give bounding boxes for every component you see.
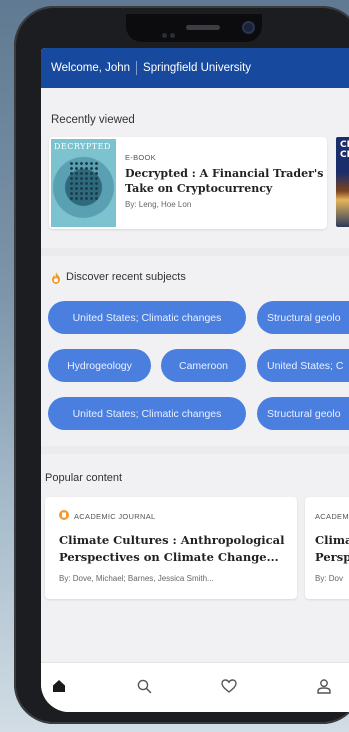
cover2-title-line1: CLI [340,140,349,150]
recent-item-card[interactable]: DECRYPTED E-BOOK Decrypted : A Financial… [49,137,327,229]
item-type: E-BOOK [125,153,156,162]
item-title-line1[interactable]: Climate Cultures : Anthropological [59,532,284,549]
front-camera [244,23,253,32]
subject-pill[interactable]: United States; C [257,349,349,382]
item-title-line2[interactable]: Persp [315,549,349,566]
popular-item-card[interactable]: ACADEMIC JOURNAL Climate Cultures : Anth… [45,497,297,599]
cover-title: DECRYPTED [54,142,111,151]
institution-name: Springfield University [143,62,252,74]
item-title-line2[interactable]: Take on Cryptocurrency [125,181,272,196]
speaker [186,25,220,30]
subject-pill[interactable]: United States; Climatic changes [48,397,246,430]
cover-art [69,161,99,201]
subject-pill[interactable]: Structural geolo [257,301,349,334]
item-title-line1[interactable]: Clima [315,532,349,549]
subject-pill[interactable]: Structural geolo [257,397,349,430]
item-byline: By: Leng, Hoe Lon [125,200,192,209]
bottom-nav [41,662,349,712]
home-icon[interactable] [52,679,66,693]
item-title-line2[interactable]: Perspectives on Climate Change... [59,549,279,566]
section-divider [41,446,349,454]
item-type: ACADEM [315,512,349,521]
flame-icon [52,272,60,284]
search-icon[interactable] [137,679,152,694]
journal-icon [59,510,69,520]
book-cover: DECRYPTED [51,139,116,227]
section-divider [41,248,349,256]
app-header: Welcome, John Springfield University [41,48,349,88]
item-type: ACADEMIC JOURNAL [74,512,156,521]
heart-icon[interactable] [221,679,237,693]
recent-item-cover-2[interactable]: CLI CHA [336,137,349,227]
popular-content-title: Popular content [45,472,123,484]
discover-subjects-title: Discover recent subjects [66,271,186,283]
item-byline: By: Dov [315,574,344,583]
item-byline: By: Dove, Michael; Barnes, Jessica Smith… [59,574,214,583]
subject-pill[interactable]: Cameroon [161,349,246,382]
app-screen: Welcome, John Springfield University Rec… [41,48,349,712]
user-icon[interactable] [317,679,331,694]
subject-pill[interactable]: United States; Climatic changes [48,301,246,334]
phone-frame: Welcome, John Springfield University Rec… [14,6,349,724]
sensor-dots [162,25,180,38]
recently-viewed-title: Recently viewed [51,114,135,126]
cover2-title-line2: CHA [340,150,349,160]
popular-item-card-2[interactable]: ACADEM Clima Persp By: Dov [305,497,349,599]
welcome-text: Welcome, John [51,62,131,74]
subject-pill[interactable]: Hydrogeology [48,349,151,382]
header-separator [136,61,138,75]
item-title-line1[interactable]: Decrypted : A Financial Trader's [125,166,323,181]
